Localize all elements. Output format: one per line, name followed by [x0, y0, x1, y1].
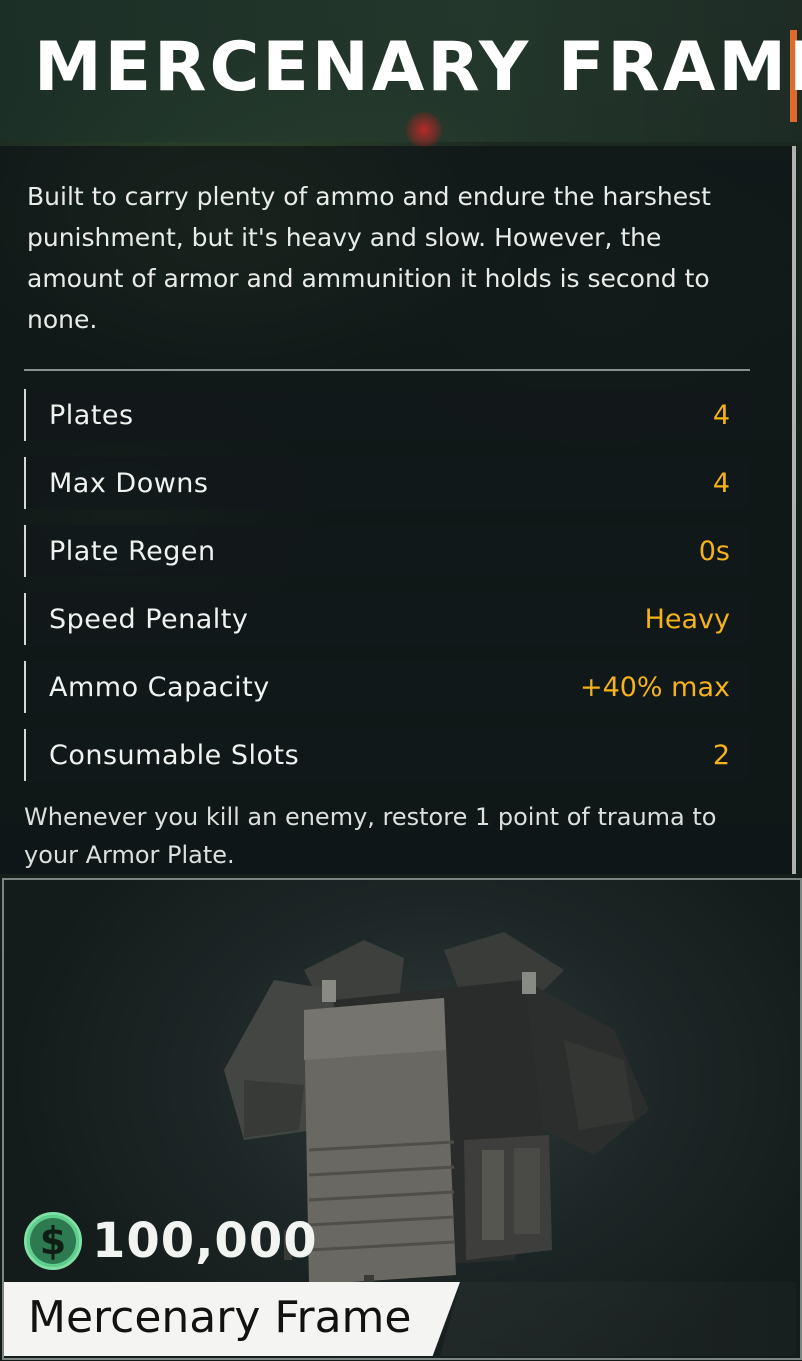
stat-value: 4 [712, 467, 730, 499]
stat-row-max-downs: Max Downs 4 [24, 457, 750, 509]
divider [24, 369, 750, 371]
stat-row-plate-regen: Plate Regen 0s [24, 525, 750, 577]
page-title: MERCENARY FRAME [34, 28, 802, 107]
stat-label: Max Downs [49, 467, 209, 499]
stat-value: 4 [712, 399, 730, 431]
stat-row-consumable-slots: Consumable Slots 2 [24, 729, 750, 781]
stat-label: Ammo Capacity [49, 671, 270, 703]
item-name: Mercenary Frame [28, 1292, 412, 1343]
stat-value: 0s [698, 535, 730, 567]
background-light [406, 112, 442, 148]
price-display: $ 100,000 [24, 1210, 318, 1272]
price-value: 100,000 [92, 1213, 318, 1269]
stat-row-plates: Plates 4 [24, 389, 750, 441]
stat-value: 2 [712, 739, 730, 771]
stat-label: Speed Penalty [49, 603, 249, 635]
currency-symbol: $ [39, 1219, 67, 1263]
stat-row-ammo-capacity: Ammo Capacity +40% max [24, 661, 750, 713]
perk-text: Whenever you kill an enemy, restore 1 po… [24, 803, 717, 869]
panel-scrollbar[interactable] [792, 146, 796, 874]
item-description: Built to carry plenty of ammo and endure… [27, 182, 711, 334]
stat-value: Heavy [644, 603, 730, 635]
currency-icon: $ [24, 1212, 82, 1270]
stat-label: Plates [49, 399, 134, 431]
name-plate-stripe [440, 1282, 796, 1356]
stat-row-speed-penalty: Speed Penalty Heavy [24, 593, 750, 645]
stat-label: Consumable Slots [49, 739, 300, 771]
stat-label: Plate Regen [49, 535, 216, 567]
stats-list: Plates 4 Max Downs 4 Plate Regen 0s Spee… [24, 389, 750, 797]
stat-value: +40% max [579, 671, 730, 703]
